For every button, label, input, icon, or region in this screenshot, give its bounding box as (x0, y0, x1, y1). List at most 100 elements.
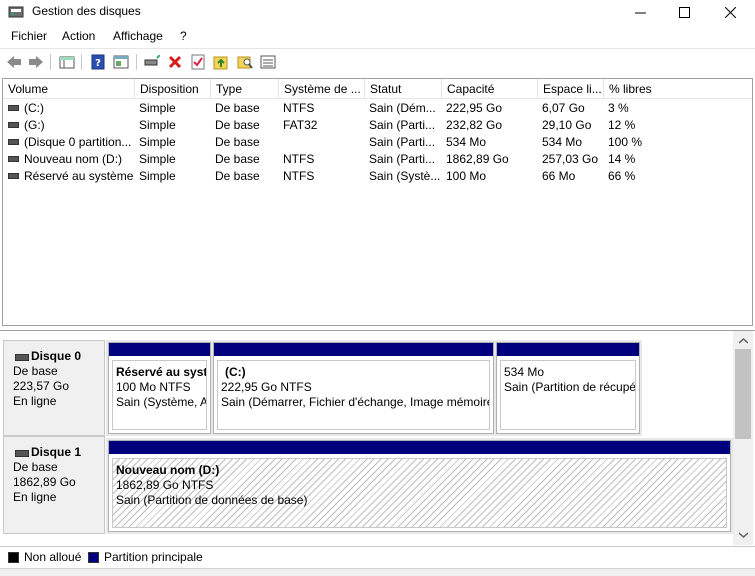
minimize-button[interactable] (617, 0, 663, 24)
column-disposition[interactable]: Disposition (135, 79, 211, 99)
disk-pane-scrollbar[interactable] (733, 331, 753, 545)
cell-status: Sain (Parti... (369, 118, 436, 132)
check-button[interactable] (189, 53, 207, 71)
partition-name: Réservé au systè (116, 365, 207, 379)
scroll-up-button[interactable] (733, 333, 753, 349)
search-folder-button[interactable] (236, 53, 254, 71)
column-free-space[interactable]: Espace li... (538, 79, 604, 99)
cell-volume: (Disque 0 partition... (24, 135, 132, 149)
partition-size: 100 Mo NTFS (116, 380, 191, 394)
table-row[interactable]: Réservé au système Simple De base NTFS S… (3, 168, 752, 185)
cell-free-space: 29,10 Go (542, 118, 592, 132)
cell-capacity: 534 Mo (446, 135, 487, 149)
cell-capacity: 1862,89 Go (446, 152, 509, 166)
table-row[interactable]: Nouveau nom (D:) Simple De base NTFS Sai… (3, 151, 752, 168)
scroll-down-button[interactable] (733, 527, 753, 543)
partition-status: Sain (Partition de récupé (504, 380, 636, 394)
cell-type: De base (215, 118, 260, 132)
partition-size: 222,95 Go NTFS (221, 380, 312, 394)
svg-text:?: ? (95, 58, 101, 69)
forward-icon (29, 56, 43, 68)
folder-up-button[interactable] (212, 53, 230, 71)
menu-fichier[interactable]: Fichier (11, 29, 47, 43)
column-type[interactable]: Type (211, 79, 279, 99)
properties-icon (113, 55, 129, 69)
disk-1-type: De base (13, 460, 58, 474)
back-icon (7, 56, 21, 68)
partition-system-reserved[interactable]: Réservé au systè 100 Mo NTFS Sain (Systè… (108, 342, 211, 434)
legend: Non alloué Partition principale (0, 546, 755, 568)
partition-c[interactable]: (C:) 222,95 Go NTFS Sain (Démarrer, Fich… (213, 342, 494, 434)
menu-action[interactable]: Action (62, 29, 95, 43)
partition-details: Réservé au systè 100 Mo NTFS Sain (Systè… (112, 360, 207, 430)
column-status[interactable]: Statut (365, 79, 442, 99)
legend-unallocated-label: Non alloué (24, 550, 82, 564)
cell-type: De base (215, 169, 260, 183)
toolbar-separator (81, 54, 82, 70)
cell-capacity: 100 Mo (446, 169, 487, 183)
menu-help[interactable]: ? (180, 29, 187, 43)
volume-icon (8, 156, 19, 162)
cell-status: Sain (Parti... (369, 135, 436, 149)
partition-name: Nouveau nom (D:) (116, 463, 220, 477)
volume-icon (8, 139, 19, 145)
menu-affichage[interactable]: Affichage (113, 29, 163, 43)
volume-icon (8, 105, 19, 111)
forward-button[interactable] (27, 53, 45, 71)
close-button[interactable] (707, 0, 753, 24)
partition-details: (C:) 222,95 Go NTFS Sain (Démarrer, Fich… (217, 360, 490, 430)
table-row[interactable]: (Disque 0 partition... Simple De base Sa… (3, 134, 752, 151)
cell-status: Sain (Dém... (369, 101, 436, 115)
list-button[interactable] (259, 53, 277, 71)
cell-disposition: Simple (139, 135, 176, 149)
delete-button[interactable] (166, 53, 184, 71)
volume-list: Volume Disposition Type Système de ... S… (2, 78, 753, 326)
menu-bar: Fichier Action Affichage ? (0, 27, 755, 47)
cell-file-system (283, 134, 365, 151)
connect-icon (144, 55, 160, 66)
connect-button[interactable] (143, 53, 161, 71)
column-percent-free[interactable]: % libres (604, 79, 752, 99)
cell-free-space: 6,07 Go (542, 101, 585, 115)
partition-d[interactable]: Nouveau nom (D:) 1862,89 Go NTFS Sain (P… (108, 440, 731, 532)
table-row[interactable]: (G:) Simple De base FAT32 Sain (Parti...… (3, 117, 752, 134)
cell-file-system: NTFS (283, 169, 315, 183)
table-row[interactable]: (C:) Simple De base NTFS Sain (Dém... 22… (3, 100, 752, 117)
partition-name: (C:) (225, 365, 246, 379)
disk-1-name: Disque 1 (13, 445, 104, 460)
cell-status: Sain (Systè... (369, 169, 441, 183)
cell-volume: Nouveau nom (D:) (24, 152, 123, 166)
disk-0-label[interactable]: Disque 0 De base 223,57 Go En ligne (3, 340, 105, 436)
chevron-up-icon (738, 338, 748, 344)
cell-disposition: Simple (139, 169, 176, 183)
close-icon (724, 6, 736, 18)
disk-1-label[interactable]: Disque 1 De base 1862,89 Go En ligne (3, 436, 105, 534)
help-button[interactable]: ? (89, 53, 107, 71)
maximize-button[interactable] (661, 0, 707, 24)
chevron-down-icon (738, 532, 748, 538)
scroll-thumb[interactable] (735, 349, 751, 439)
column-volume[interactable]: Volume (3, 79, 135, 99)
disk-0-name: Disque 0 (13, 349, 104, 364)
legend-unallocated: Non alloué (8, 550, 81, 564)
cell-capacity: 222,95 Go (446, 101, 503, 115)
cell-disposition: Simple (139, 118, 176, 132)
maximize-icon (678, 6, 690, 18)
partition-recovery[interactable]: 534 Mo Sain (Partition de récupé (496, 342, 640, 434)
disk-graphical-view: Disque 0 De base 223,57 Go En ligne Rése… (0, 330, 755, 546)
column-file-system[interactable]: Système de ... (279, 79, 365, 99)
checkmark-icon (191, 54, 205, 70)
cell-percent-free: 12 % (608, 118, 636, 132)
volume-icon (8, 122, 19, 128)
volume-list-header: Volume Disposition Type Système de ... S… (3, 79, 752, 99)
cell-disposition: Simple (139, 101, 176, 115)
cell-file-system: FAT32 (283, 118, 318, 132)
cell-capacity: 232,82 Go (446, 118, 503, 132)
minimize-icon (634, 12, 646, 13)
back-button[interactable] (5, 53, 23, 71)
column-capacity[interactable]: Capacité (442, 79, 538, 99)
cell-free-space: 534 Mo (542, 135, 583, 149)
view-button[interactable] (58, 53, 76, 71)
search-folder-icon (237, 56, 253, 69)
properties-button[interactable] (112, 53, 130, 71)
